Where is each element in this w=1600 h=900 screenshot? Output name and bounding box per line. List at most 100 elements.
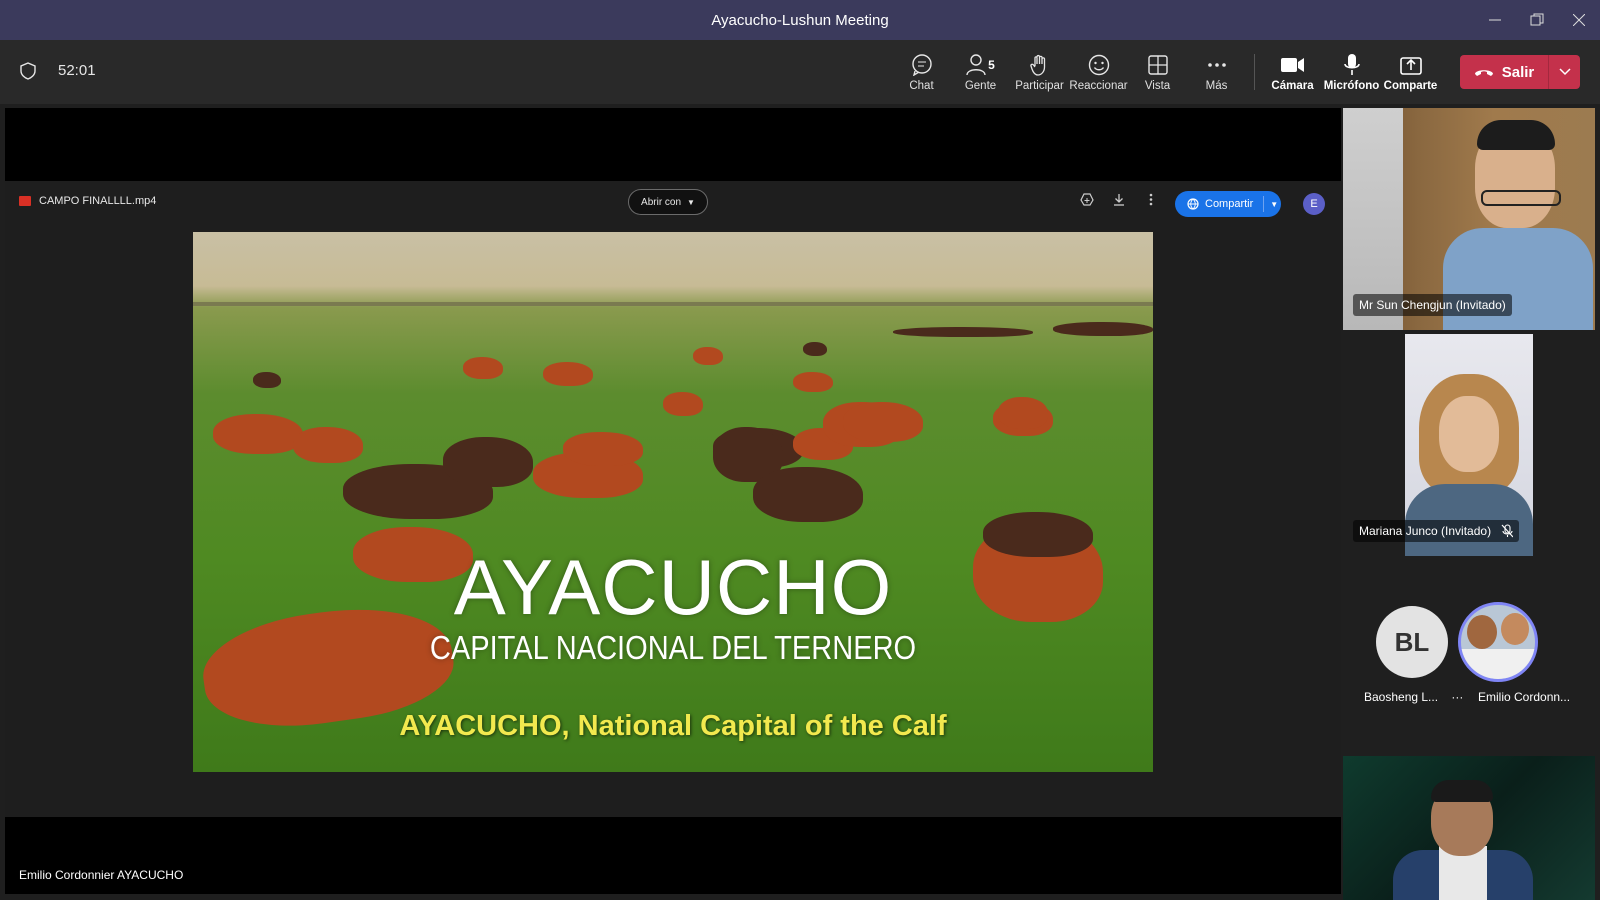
share-screen-label: Comparte: [1383, 79, 1438, 92]
cow: [693, 347, 723, 365]
window-title: Ayacucho-Lushun Meeting: [711, 11, 889, 29]
cow: [253, 372, 281, 388]
share-divider: [1263, 196, 1265, 212]
participant-video: [1477, 120, 1555, 150]
participate-label: Participar: [1015, 79, 1064, 92]
meeting-toolbar: 52:01 Chat 5 Gente Participar Reaccionar…: [0, 40, 1600, 104]
video-caption: AYACUCHO, National Capital of the Calf: [399, 710, 947, 742]
avatar-photo: [1501, 613, 1529, 645]
open-with-button[interactable]: Abrir con ▼: [628, 189, 708, 215]
leave-button[interactable]: Salir: [1460, 55, 1548, 89]
add-to-drive-icon[interactable]: [1071, 193, 1103, 206]
grid-view-icon: [1147, 53, 1168, 77]
react-button[interactable]: Reaccionar: [1069, 40, 1128, 104]
leave-options-dropdown[interactable]: [1548, 55, 1580, 89]
globe-icon: [1187, 198, 1199, 210]
mic-off-icon: [1501, 524, 1514, 538]
participant-avatar[interactable]: BL: [1376, 606, 1448, 678]
view-button[interactable]: Vista: [1128, 40, 1187, 104]
people-icon: 5: [966, 53, 995, 77]
cow: [563, 432, 643, 466]
account-avatar[interactable]: E: [1303, 193, 1325, 215]
caret-down-icon[interactable]: ▼: [1270, 200, 1278, 209]
window-controls: [1474, 0, 1600, 40]
hang-up-icon: [1474, 70, 1493, 76]
participant-name-tag: Mariana Junco (Invitado): [1353, 520, 1520, 542]
more-button[interactable]: Más: [1187, 40, 1246, 104]
window-title-bar: Ayacucho-Lushun Meeting: [0, 0, 1600, 40]
participant-video-tile[interactable]: Mr Sun Chengjun (Invitado): [1343, 108, 1595, 330]
leave-button-group: Salir: [1460, 55, 1580, 89]
cow: [793, 372, 833, 392]
self-video: [1431, 780, 1493, 802]
more-dots-icon: [1207, 53, 1227, 77]
camera-label: Cámara: [1271, 79, 1314, 92]
participant-name: Mariana Junco (Invitado): [1359, 524, 1492, 538]
file-title: CAMPO FINALLLL.mp4: [19, 195, 156, 207]
close-window-button[interactable]: [1558, 0, 1600, 40]
chat-label: Chat: [909, 79, 934, 92]
video-file-icon: [19, 196, 31, 206]
participant-name: Emilio Cordonn...: [1478, 690, 1571, 704]
people-button[interactable]: 5 Gente: [951, 40, 1010, 104]
participant-name-tag: Mr Sun Chengjun (Invitado): [1353, 294, 1512, 316]
camera-icon: [1280, 53, 1305, 77]
share-screen-button[interactable]: Comparte: [1381, 40, 1440, 104]
participant-name: Baosheng L... ···: [1364, 690, 1463, 704]
chat-button[interactable]: Chat: [892, 40, 951, 104]
participant-video: [1439, 396, 1499, 472]
self-video-tile[interactable]: [1343, 756, 1595, 900]
participants-panel: Mr Sun Chengjun (Invitado) Mariana Junco…: [1342, 108, 1600, 900]
participant-video-tile[interactable]: Mariana Junco (Invitado): [1343, 334, 1595, 556]
restore-button[interactable]: [1516, 0, 1558, 40]
more-label: Más: [1205, 79, 1228, 92]
people-count: 5: [988, 57, 995, 72]
cow: [213, 414, 303, 454]
participant-name: Mr Sun Chengjun (Invitado): [1359, 298, 1506, 312]
participant-video: [1481, 190, 1561, 206]
download-icon[interactable]: [1103, 193, 1135, 206]
cow: [893, 327, 1033, 337]
open-with-label: Abrir con: [641, 196, 682, 208]
mic-button[interactable]: Micrófono: [1322, 40, 1381, 104]
mic-label: Micrófono: [1323, 79, 1380, 92]
shared-screen-stage: CAMPO FINALLLL.mp4 Abrir con ▼ Compartir…: [5, 108, 1341, 894]
cow: [543, 362, 593, 386]
video-frame[interactable]: AYACUCHO CAPITAL NACIONAL DEL TERNERO AY…: [193, 232, 1153, 772]
smiley-icon: [1088, 53, 1110, 77]
file-viewer: CAMPO FINALLLL.mp4 Abrir con ▼ Compartir…: [5, 181, 1341, 817]
drive-share-label: Compartir: [1205, 198, 1254, 210]
cow: [803, 342, 827, 356]
microphone-icon: [1343, 53, 1360, 77]
drive-share-button[interactable]: Compartir ▼: [1175, 191, 1281, 217]
avatar-photo: [1461, 649, 1535, 679]
participate-button[interactable]: Participar: [1010, 40, 1069, 104]
raise-hand-icon: [1029, 53, 1050, 77]
viewer-actions: [1071, 193, 1167, 206]
react-label: Reaccionar: [1069, 79, 1128, 92]
cow: [463, 357, 503, 379]
file-name-text: CAMPO FINALLLL.mp4: [39, 195, 157, 207]
video-title: AYACUCHO: [453, 543, 893, 631]
camera-button[interactable]: Cámara: [1263, 40, 1322, 104]
shield-icon: [20, 62, 36, 85]
avatar-photo: [1467, 615, 1497, 649]
minimize-icon: [1489, 19, 1501, 21]
participant-more-icon[interactable]: ···: [1451, 690, 1463, 704]
view-label: Vista: [1144, 79, 1171, 92]
cow: [663, 392, 703, 416]
participant-name-text: Baosheng L...: [1364, 690, 1439, 704]
presenter-name: Emilio Cordonnier AYACUCHO: [19, 868, 184, 882]
close-icon: [1573, 14, 1585, 26]
participant-avatar[interactable]: [1458, 602, 1538, 682]
cow: [293, 427, 363, 463]
caret-down-icon: ▼: [687, 197, 695, 207]
kebab-menu-icon[interactable]: [1135, 193, 1167, 206]
chevron-down-icon: [1558, 68, 1571, 76]
cow: [753, 467, 863, 522]
minimize-button[interactable]: [1474, 0, 1516, 40]
cow: [998, 397, 1048, 429]
avatar-initials: BL: [1394, 626, 1430, 657]
chat-icon: [911, 53, 933, 77]
cow: [1053, 322, 1153, 336]
